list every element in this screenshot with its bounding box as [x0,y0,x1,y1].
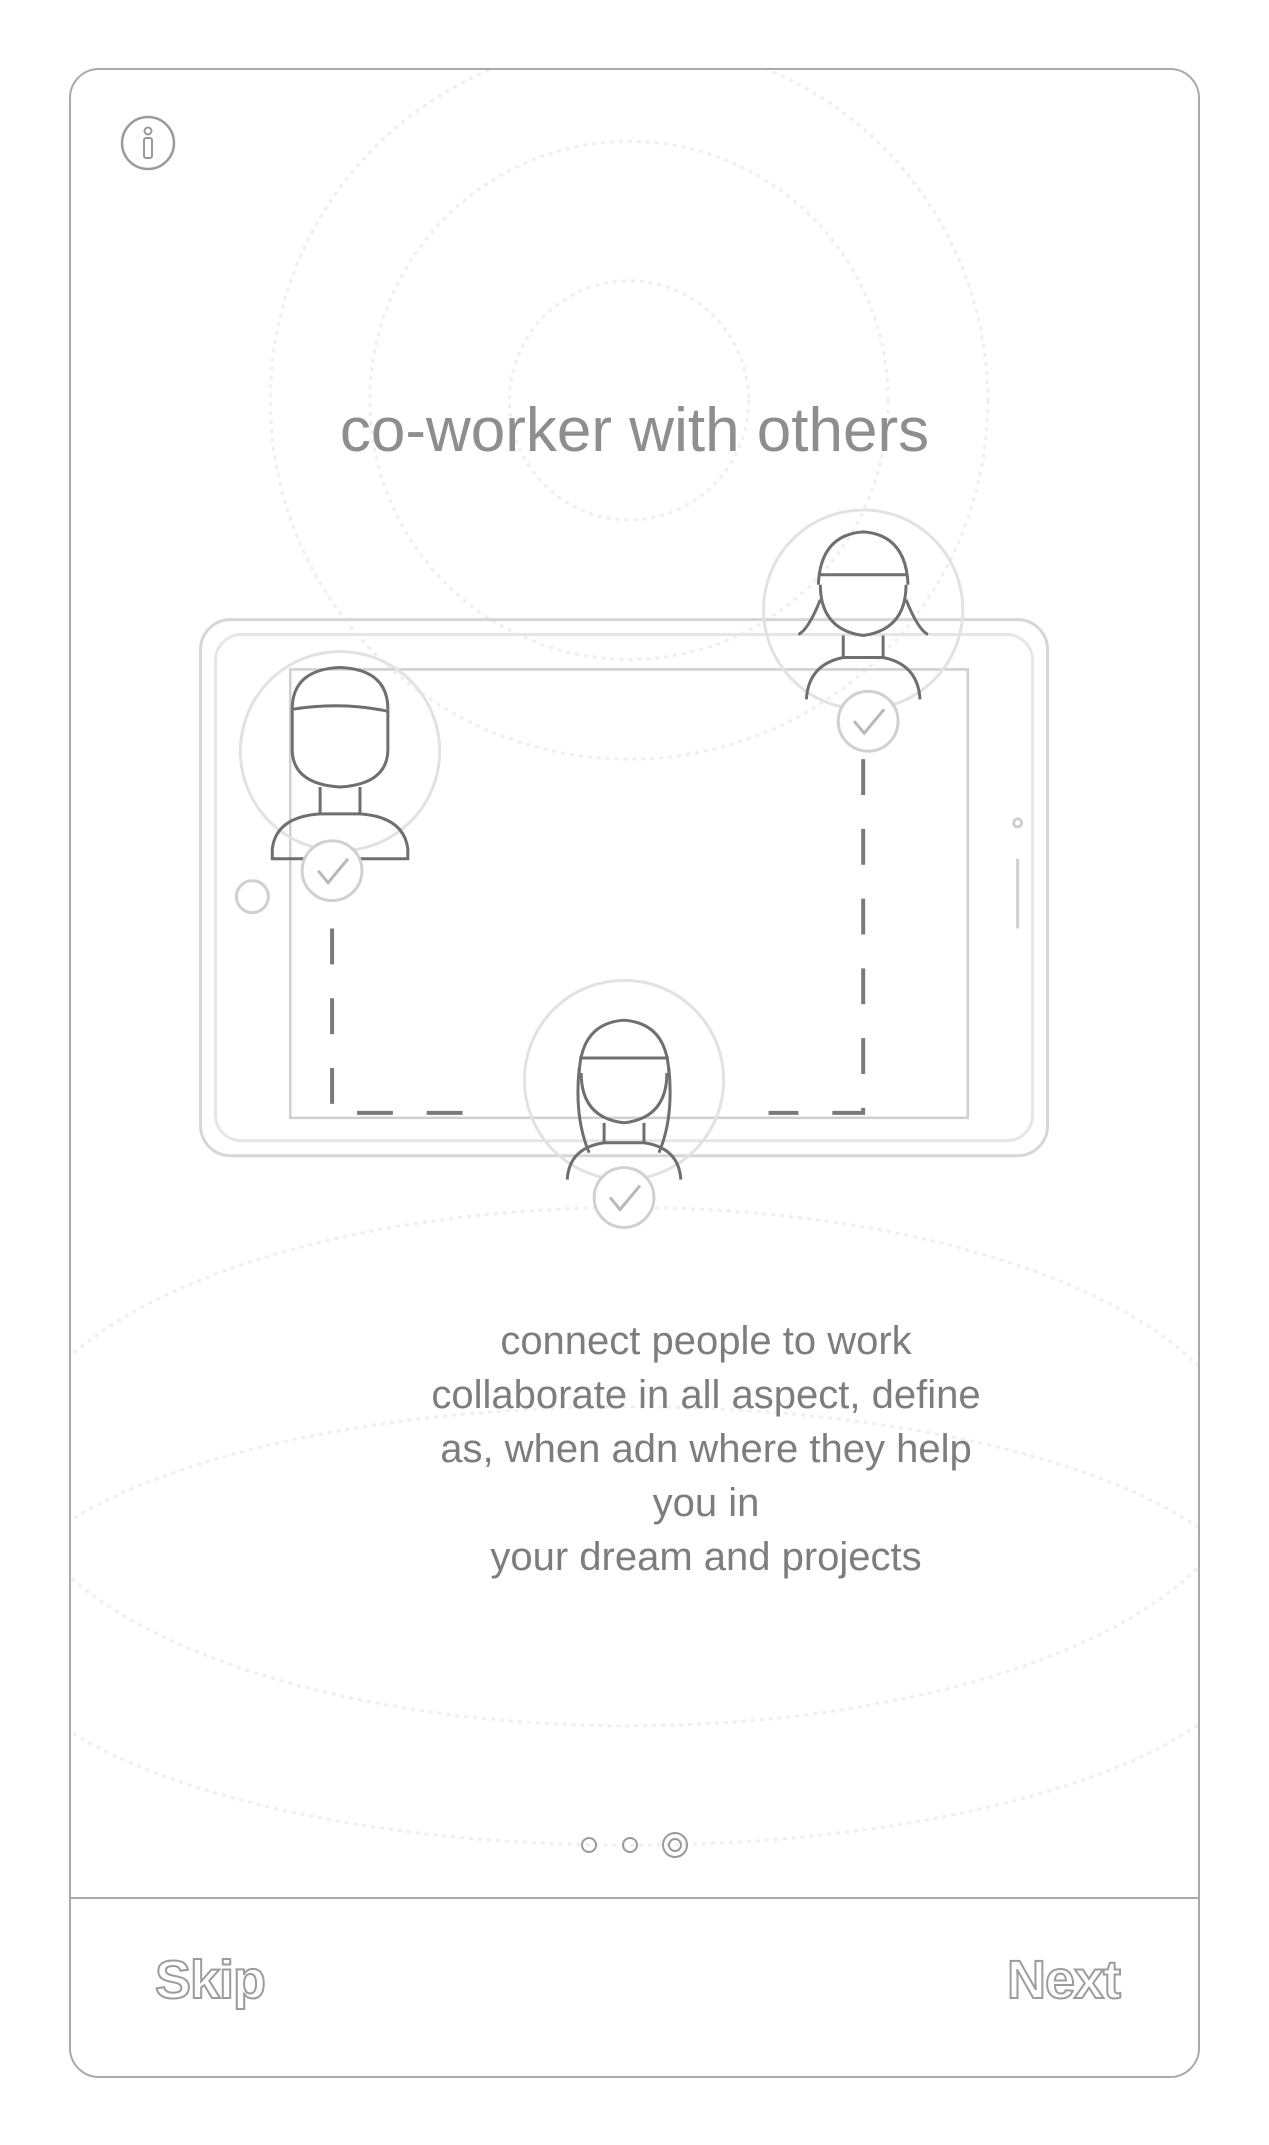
skip-button[interactable]: Skip [154,1949,267,2011]
coworker-avatar-left [238,650,442,903]
onboarding-footer: Skip Next [71,1897,1198,2076]
page-dot-2[interactable] [621,1837,638,1853]
coworkers-illustration [199,508,1050,1229]
page-dot-3-active[interactable] [661,1832,688,1858]
coworker-avatar-right [762,508,965,753]
coworker-avatar-center [522,978,726,1229]
onboarding-description: connect people to work collaborate in al… [431,1319,981,1579]
connection-lines [330,759,866,1115]
next-button[interactable]: Next [1006,1949,1122,2011]
onboarding-card: co-worker with others connect people to … [69,68,1200,2078]
page-dot-1[interactable] [581,1837,598,1853]
page-indicator [71,1832,1198,1862]
